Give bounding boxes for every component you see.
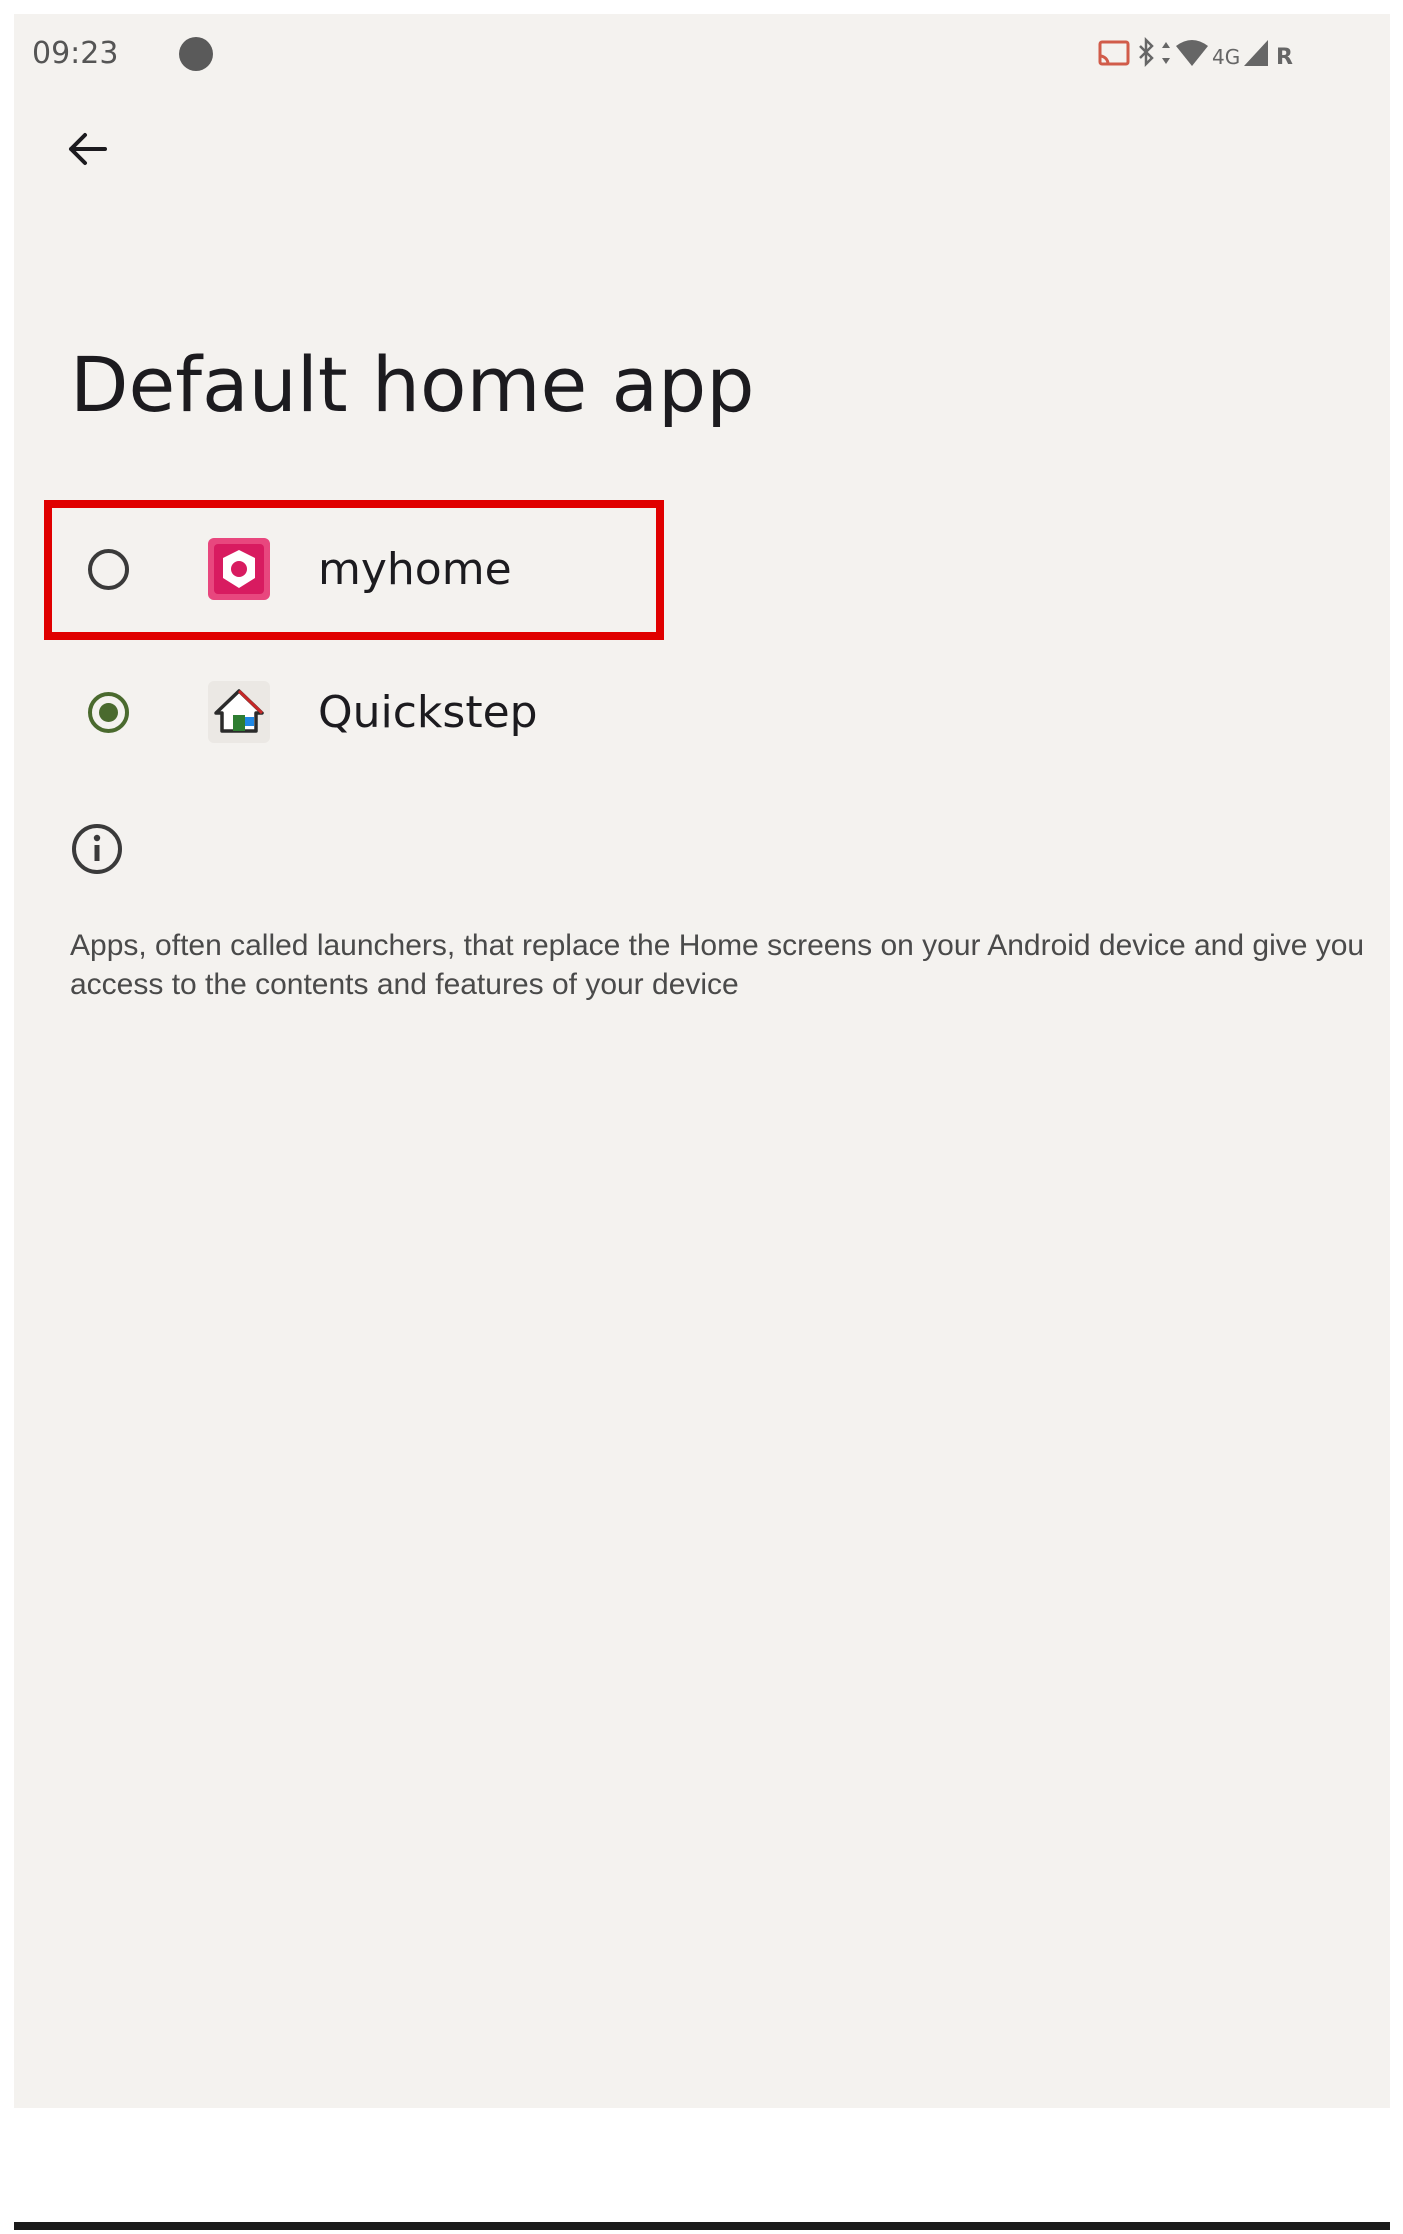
option-label: myhome (318, 543, 512, 595)
data-arrows-icon (1162, 42, 1170, 64)
frame-bottom-border (14, 2222, 1390, 2230)
cast-icon (1098, 40, 1130, 66)
option-label: Quickstep (318, 686, 538, 738)
home-app-option-myhome[interactable]: myhome (54, 514, 674, 624)
myhome-logo-icon (208, 538, 270, 600)
quickstep-app-icon (208, 681, 270, 743)
signal-icon (1244, 40, 1268, 66)
settings-screen: 09:23 4G R Default home app myhome Quick… (14, 14, 1390, 2108)
back-arrow-icon (69, 133, 107, 165)
roaming-label: R (1276, 45, 1293, 70)
radio-button-unselected[interactable] (88, 548, 129, 590)
info-circle-icon (72, 824, 122, 874)
radio-button-selected[interactable] (88, 691, 129, 733)
wifi-icon (1176, 40, 1208, 66)
home-app-option-quickstep[interactable]: Quickstep (54, 657, 674, 767)
status-icons-svg: 4G R (1098, 36, 1293, 70)
notification-dot-icon (179, 37, 213, 71)
page-title: Default home app (70, 340, 755, 429)
myhome-app-icon (208, 538, 270, 600)
info-description: Apps, often called launchers, that repla… (70, 929, 1365, 1001)
status-time: 09:23 (32, 36, 119, 71)
bluetooth-icon (1139, 36, 1154, 68)
house-icon (214, 689, 264, 733)
info-icon (70, 822, 124, 876)
back-button[interactable] (52, 114, 122, 184)
status-icons: 4G R (1096, 32, 1336, 76)
network-type-label: 4G (1212, 45, 1240, 69)
